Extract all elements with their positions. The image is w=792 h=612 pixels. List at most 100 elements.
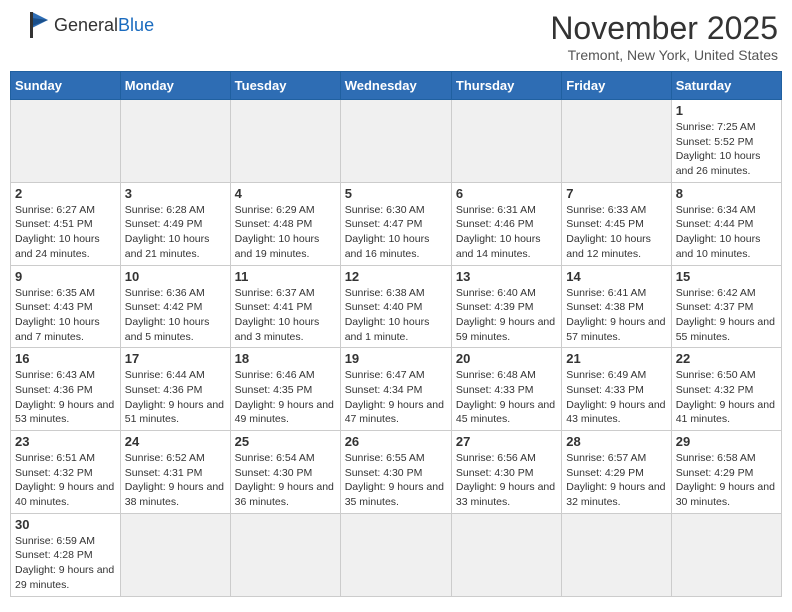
day-number: 7 <box>566 186 666 201</box>
calendar-day-cell <box>451 100 561 183</box>
day-number: 4 <box>235 186 336 201</box>
calendar-day-cell <box>562 100 671 183</box>
weekday-header-row: SundayMondayTuesdayWednesdayThursdayFrid… <box>11 72 782 100</box>
weekday-header-sunday: Sunday <box>11 72 121 100</box>
calendar-day-cell: 4 Sunrise: 6:29 AM Sunset: 4:48 PM Daylig… <box>230 182 340 265</box>
day-number: 18 <box>235 351 336 366</box>
logo-text: GeneralBlue <box>54 15 154 36</box>
calendar-day-cell: 6 Sunrise: 6:31 AM Sunset: 4:46 PM Daylig… <box>451 182 561 265</box>
day-number: 6 <box>456 186 557 201</box>
day-number: 19 <box>345 351 447 366</box>
day-info: Sunrise: 6:30 AM Sunset: 4:47 PM Dayligh… <box>345 203 447 262</box>
calendar-day-cell: 21Sunrise: 6:49 AM Sunset: 4:33 PM Dayli… <box>562 348 671 431</box>
day-number: 16 <box>15 351 116 366</box>
calendar-day-cell: 19 Sunrise: 6:47 AM Sunset: 4:34 PM Dayli… <box>340 348 451 431</box>
day-number: 13 <box>456 269 557 284</box>
calendar-day-cell: 20 Sunrise: 6:48 AM Sunset: 4:33 PM Dayli… <box>451 348 561 431</box>
calendar-day-cell <box>671 513 781 596</box>
day-info: Sunrise: 6:37 AM Sunset: 4:41 PM Dayligh… <box>235 286 336 345</box>
day-number: 3 <box>125 186 226 201</box>
day-number: 25 <box>235 434 336 449</box>
day-number: 20 <box>456 351 557 366</box>
calendar-day-cell <box>11 100 121 183</box>
day-number: 21 <box>566 351 666 366</box>
day-number: 22 <box>676 351 777 366</box>
calendar-day-cell: 30Sunrise: 6:59 AM Sunset: 4:28 PM Dayli… <box>11 513 121 596</box>
day-info: Sunrise: 6:59 AM Sunset: 4:28 PM Dayligh… <box>15 534 116 593</box>
calendar-day-cell: 13 Sunrise: 6:40 AM Sunset: 4:39 PM Dayli… <box>451 265 561 348</box>
day-number: 12 <box>345 269 447 284</box>
day-info: Sunrise: 6:36 AM Sunset: 4:42 PM Dayligh… <box>125 286 226 345</box>
day-info: Sunrise: 6:50 AM Sunset: 4:32 PM Dayligh… <box>676 368 777 427</box>
page-header: GeneralBlue November 2025 Tremont, New Y… <box>10 10 782 63</box>
calendar-day-cell: 25 Sunrise: 6:54 AM Sunset: 4:30 PM Dayli… <box>230 431 340 514</box>
day-number: 9 <box>15 269 116 284</box>
month-title: November 2025 <box>550 10 778 47</box>
calendar-day-cell: 8 Sunrise: 6:34 AM Sunset: 4:44 PM Daylig… <box>671 182 781 265</box>
calendar-day-cell: 1Sunrise: 7:25 AM Sunset: 5:52 PM Daylig… <box>671 100 781 183</box>
logo-icon <box>14 10 50 40</box>
calendar-day-cell: 22 Sunrise: 6:50 AM Sunset: 4:32 PM Dayli… <box>671 348 781 431</box>
calendar-week-row: 1Sunrise: 7:25 AM Sunset: 5:52 PM Daylig… <box>11 100 782 183</box>
day-info: Sunrise: 6:58 AM Sunset: 4:29 PM Dayligh… <box>676 451 777 510</box>
day-number: 23 <box>15 434 116 449</box>
day-number: 2 <box>15 186 116 201</box>
day-info: Sunrise: 6:54 AM Sunset: 4:30 PM Dayligh… <box>235 451 336 510</box>
calendar-day-cell <box>120 513 230 596</box>
calendar-week-row: 16Sunrise: 6:43 AM Sunset: 4:36 PM Dayli… <box>11 348 782 431</box>
day-number: 24 <box>125 434 226 449</box>
weekday-header-tuesday: Tuesday <box>230 72 340 100</box>
day-number: 15 <box>676 269 777 284</box>
logo-blue: Blue <box>118 15 154 35</box>
day-info: Sunrise: 6:48 AM Sunset: 4:33 PM Dayligh… <box>456 368 557 427</box>
day-info: Sunrise: 6:35 AM Sunset: 4:43 PM Dayligh… <box>15 286 116 345</box>
day-info: Sunrise: 6:47 AM Sunset: 4:34 PM Dayligh… <box>345 368 447 427</box>
day-info: Sunrise: 6:41 AM Sunset: 4:38 PM Dayligh… <box>566 286 666 345</box>
calendar-day-cell: 29 Sunrise: 6:58 AM Sunset: 4:29 PM Dayli… <box>671 431 781 514</box>
weekday-header-thursday: Thursday <box>451 72 561 100</box>
day-number: 11 <box>235 269 336 284</box>
calendar-day-cell: 27Sunrise: 6:56 AM Sunset: 4:30 PM Dayli… <box>451 431 561 514</box>
calendar-table: SundayMondayTuesdayWednesdayThursdayFrid… <box>10 71 782 597</box>
calendar-day-cell: 12 Sunrise: 6:38 AM Sunset: 4:40 PM Dayli… <box>340 265 451 348</box>
day-info: Sunrise: 6:46 AM Sunset: 4:35 PM Dayligh… <box>235 368 336 427</box>
day-info: Sunrise: 6:34 AM Sunset: 4:44 PM Dayligh… <box>676 203 777 262</box>
weekday-header-friday: Friday <box>562 72 671 100</box>
calendar-day-cell: 16Sunrise: 6:43 AM Sunset: 4:36 PM Dayli… <box>11 348 121 431</box>
day-info: Sunrise: 6:27 AM Sunset: 4:51 PM Dayligh… <box>15 203 116 262</box>
day-number: 5 <box>345 186 447 201</box>
day-info: Sunrise: 6:38 AM Sunset: 4:40 PM Dayligh… <box>345 286 447 345</box>
day-info: Sunrise: 6:56 AM Sunset: 4:30 PM Dayligh… <box>456 451 557 510</box>
calendar-day-cell: 14 Sunrise: 6:41 AM Sunset: 4:38 PM Dayli… <box>562 265 671 348</box>
day-info: Sunrise: 6:55 AM Sunset: 4:30 PM Dayligh… <box>345 451 447 510</box>
calendar-day-cell: 26 Sunrise: 6:55 AM Sunset: 4:30 PM Dayli… <box>340 431 451 514</box>
day-number: 8 <box>676 186 777 201</box>
weekday-header-wednesday: Wednesday <box>340 72 451 100</box>
calendar-day-cell: 11 Sunrise: 6:37 AM Sunset: 4:41 PM Dayli… <box>230 265 340 348</box>
day-info: Sunrise: 6:57 AM Sunset: 4:29 PM Dayligh… <box>566 451 666 510</box>
day-number: 26 <box>345 434 447 449</box>
calendar-day-cell <box>340 100 451 183</box>
day-info: Sunrise: 6:28 AM Sunset: 4:49 PM Dayligh… <box>125 203 226 262</box>
location-subtitle: Tremont, New York, United States <box>550 47 778 63</box>
weekday-header-saturday: Saturday <box>671 72 781 100</box>
calendar-day-cell <box>120 100 230 183</box>
day-number: 1 <box>676 103 777 118</box>
calendar-week-row: 30Sunrise: 6:59 AM Sunset: 4:28 PM Dayli… <box>11 513 782 596</box>
calendar-day-cell: 15 Sunrise: 6:42 AM Sunset: 4:37 PM Dayli… <box>671 265 781 348</box>
day-info: Sunrise: 6:31 AM Sunset: 4:46 PM Dayligh… <box>456 203 557 262</box>
day-info: Sunrise: 6:42 AM Sunset: 4:37 PM Dayligh… <box>676 286 777 345</box>
calendar-day-cell: 2 Sunrise: 6:27 AM Sunset: 4:51 PM Daylig… <box>11 182 121 265</box>
calendar-week-row: 23Sunrise: 6:51 AM Sunset: 4:32 PM Dayli… <box>11 431 782 514</box>
calendar-day-cell <box>451 513 561 596</box>
day-number: 29 <box>676 434 777 449</box>
day-info: Sunrise: 6:29 AM Sunset: 4:48 PM Dayligh… <box>235 203 336 262</box>
day-number: 14 <box>566 269 666 284</box>
calendar-day-cell: 28Sunrise: 6:57 AM Sunset: 4:29 PM Dayli… <box>562 431 671 514</box>
calendar-week-row: 2 Sunrise: 6:27 AM Sunset: 4:51 PM Daylig… <box>11 182 782 265</box>
day-number: 10 <box>125 269 226 284</box>
calendar-day-cell: 23Sunrise: 6:51 AM Sunset: 4:32 PM Dayli… <box>11 431 121 514</box>
calendar-day-cell: 7Sunrise: 6:33 AM Sunset: 4:45 PM Daylig… <box>562 182 671 265</box>
day-info: Sunrise: 6:40 AM Sunset: 4:39 PM Dayligh… <box>456 286 557 345</box>
calendar-day-cell: 17Sunrise: 6:44 AM Sunset: 4:36 PM Dayli… <box>120 348 230 431</box>
